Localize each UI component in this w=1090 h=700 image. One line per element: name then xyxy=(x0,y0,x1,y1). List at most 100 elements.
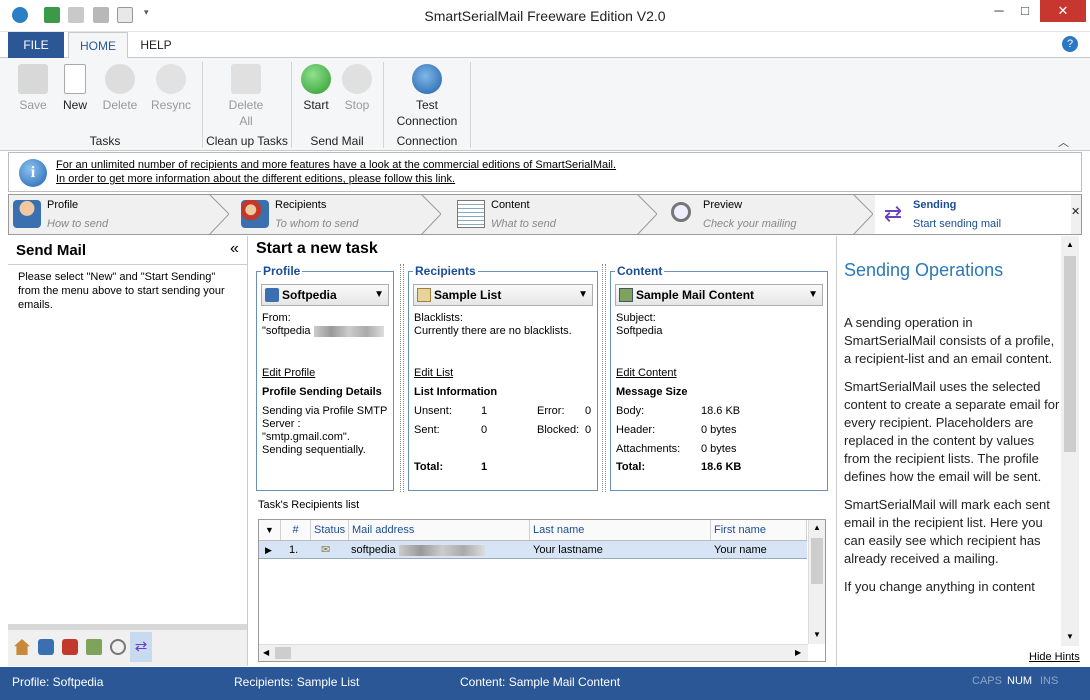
sending-nav-icon[interactable]: ⇄ xyxy=(130,632,152,662)
edit-list-link[interactable]: Edit List xyxy=(414,367,453,379)
recipients-icon xyxy=(241,200,269,228)
stop-label: Stop xyxy=(344,98,370,112)
hints-panel: Sending Operations A sending operation i… xyxy=(836,236,1080,666)
profile-select[interactable]: Softpedia ▼ xyxy=(261,284,389,306)
resync-button[interactable]: Resync xyxy=(148,64,194,112)
grid-menu-header[interactable]: ▼ xyxy=(259,520,281,540)
step-content[interactable]: Content What to send xyxy=(453,195,643,234)
info-icon: i xyxy=(19,159,47,187)
hints-scrollbar[interactable]: ▲ ▼ xyxy=(1061,236,1079,646)
help-icon[interactable]: ? xyxy=(1062,36,1078,52)
edit-content-link[interactable]: Edit Content xyxy=(616,367,677,379)
test-connection-label-2: Connection xyxy=(396,114,458,128)
step-chevron xyxy=(421,194,441,235)
preview-nav-icon[interactable] xyxy=(110,639,126,655)
save-icon xyxy=(18,64,48,94)
status-bar: Profile: Softpedia Recipients: Sample Li… xyxy=(0,667,1090,700)
scroll-down-icon[interactable]: ▼ xyxy=(813,630,821,639)
sending-icon: ⇄ xyxy=(883,201,903,226)
scroll-left-icon[interactable]: ◀ xyxy=(263,648,269,657)
step-profile[interactable]: Profile How to send xyxy=(9,195,209,234)
profile-details-1: Sending via Profile SMTP xyxy=(262,405,388,417)
scroll-up-icon[interactable]: ▲ xyxy=(813,523,821,532)
table-row[interactable]: ▶ 1. ✉ softpedia Your lastname Your name xyxy=(259,541,807,559)
profile-group: Profile Softpedia ▼ From: "softpedia Edi… xyxy=(256,264,394,491)
step-subtitle: How to send xyxy=(47,218,109,230)
test-connection-label-1: Test xyxy=(415,98,438,112)
new-button[interactable]: New xyxy=(58,64,92,112)
maximize-button[interactable]: □ xyxy=(1012,0,1038,22)
tab-help[interactable]: HELP xyxy=(132,32,180,58)
info-link-editions[interactable]: For an unlimited number of recipients an… xyxy=(56,159,616,171)
column-header-firstname[interactable]: First name xyxy=(711,520,807,540)
hint-paragraph: SmartSerialMail uses the selected conten… xyxy=(844,379,1060,484)
edit-profile-link[interactable]: Edit Profile xyxy=(262,367,315,379)
grid-horizontal-scrollbar[interactable]: ◀ ▶ xyxy=(259,644,808,661)
close-steps-icon[interactable]: ✕ xyxy=(1071,205,1080,218)
grid-vertical-scrollbar[interactable]: ▲ ▼ xyxy=(808,520,825,644)
minimize-button[interactable]: ─ xyxy=(986,0,1012,22)
caps-indicator: CAPS xyxy=(972,675,1002,687)
magnifier-icon xyxy=(671,202,691,222)
scroll-down-icon[interactable]: ▼ xyxy=(1066,632,1074,641)
task-title: Start a new task xyxy=(256,240,378,257)
content-nav-icon[interactable] xyxy=(86,639,102,655)
profile-details-title: Profile Sending Details xyxy=(262,386,382,398)
info-link-more[interactable]: In order to get more information about t… xyxy=(56,173,455,185)
ribbon: Save New Delete Resync Tasks Delete All … xyxy=(0,58,1090,151)
subject-value: Softpedia xyxy=(616,325,663,337)
workflow-steps: Profile How to send Recipients To whom t… xyxy=(8,194,1082,235)
step-sending[interactable]: ⇄ Sending Start sending mail xyxy=(875,195,1071,234)
scroll-thumb[interactable] xyxy=(811,538,823,584)
delete-label: Delete xyxy=(102,98,138,112)
scroll-up-icon[interactable]: ▲ xyxy=(1066,240,1074,249)
step-preview[interactable]: Preview Check your mailing xyxy=(665,195,855,234)
recipients-select-value: Sample List xyxy=(434,288,502,302)
group-divider xyxy=(602,264,606,492)
delete-button[interactable]: Delete xyxy=(100,64,140,112)
collapse-ribbon-icon[interactable]: ︿ xyxy=(1058,134,1069,150)
recipients-select[interactable]: Sample List ▼ xyxy=(413,284,593,306)
start-button[interactable]: Start xyxy=(300,64,332,112)
recipients-nav-icon[interactable] xyxy=(62,639,78,655)
step-recipients[interactable]: Recipients To whom to send xyxy=(237,195,427,234)
profile-icon xyxy=(13,200,41,228)
blacklists-value: Currently there are no blacklists. xyxy=(414,325,572,337)
sent-value: 0 xyxy=(481,424,488,436)
home-icon[interactable] xyxy=(14,639,30,655)
tab-file[interactable]: FILE xyxy=(8,32,64,58)
collapse-panel-button[interactable]: « xyxy=(230,240,239,258)
column-header-mail[interactable]: Mail address xyxy=(349,520,530,540)
column-header-lastname[interactable]: Last name xyxy=(530,520,711,540)
resync-label: Resync xyxy=(150,98,191,112)
unsent-label: Unsent: xyxy=(414,405,452,417)
content-legend: Content xyxy=(615,264,665,278)
test-connection-button[interactable]: Test Connection xyxy=(392,64,462,128)
content-select[interactable]: Sample Mail Content ▼ xyxy=(615,284,823,306)
stop-button[interactable]: Stop xyxy=(340,64,374,112)
profile-nav-icon[interactable] xyxy=(38,639,54,655)
subject-label: Subject: xyxy=(616,312,656,324)
hint-paragraph: SmartSerialMail will mark each sent emai… xyxy=(844,497,1050,566)
column-header-status[interactable]: Status xyxy=(311,520,349,540)
step-chevron xyxy=(853,194,873,235)
step-chevron xyxy=(209,194,229,235)
blocked-value: 0 xyxy=(585,424,592,436)
h-scroll-thumb[interactable] xyxy=(275,647,291,659)
delete-all-icon xyxy=(231,64,261,94)
column-header-number[interactable]: # xyxy=(281,520,311,540)
list-small-icon xyxy=(417,288,431,302)
hide-hints-link[interactable]: Hide Hints xyxy=(1029,651,1080,663)
row-firstname: Your name xyxy=(714,544,767,556)
info-bar: i For an unlimited number of recipients … xyxy=(8,152,1082,192)
delete-all-button[interactable]: Delete All xyxy=(224,64,268,128)
delete-all-label-1: Delete xyxy=(228,98,264,112)
close-button[interactable]: ✕ xyxy=(1040,0,1086,22)
save-button[interactable]: Save xyxy=(16,64,50,112)
chevron-down-icon: ▼ xyxy=(808,289,818,300)
scroll-thumb[interactable] xyxy=(1064,256,1076,452)
tab-home[interactable]: HOME xyxy=(68,32,128,59)
delete-icon xyxy=(105,64,135,94)
group-tasks-label: Tasks xyxy=(89,134,121,148)
scroll-right-icon[interactable]: ▶ xyxy=(795,648,801,657)
